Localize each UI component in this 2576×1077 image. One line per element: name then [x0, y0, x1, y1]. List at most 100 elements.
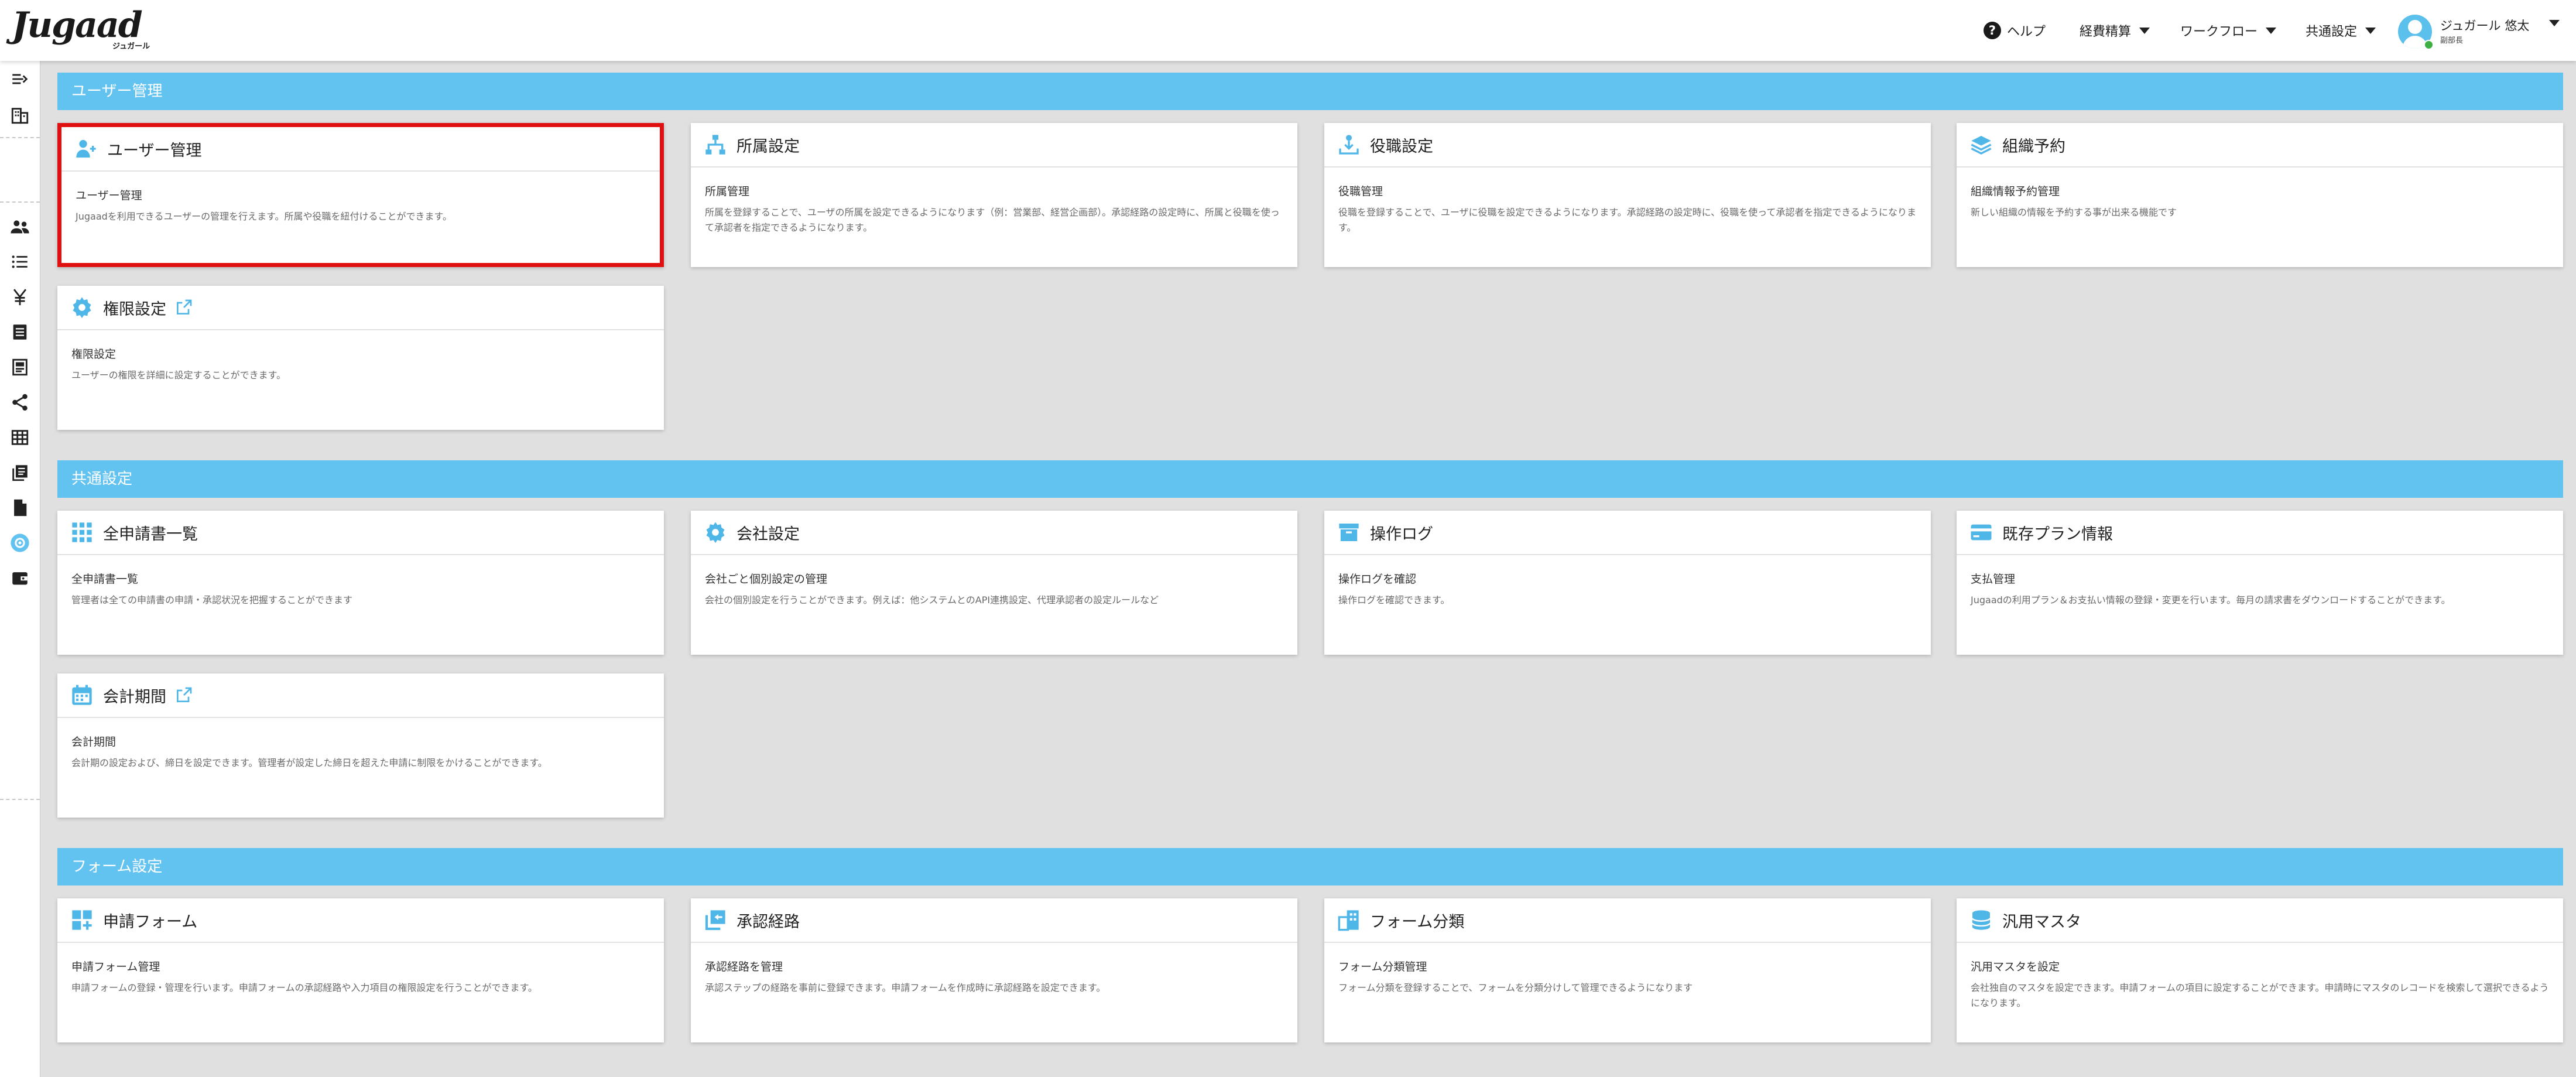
card-description: Jugaadの利用プラン＆お支払い情報の登録・変更を行います。毎月の請求書をダウ… [1971, 594, 2451, 606]
card-description: 申請フォームの登録・管理を行います。申請フォームの承認経路や入力項目の権限設定を… [71, 982, 537, 993]
card-title: 所属設定 [737, 137, 800, 156]
card-description: 操作ログを確認できます。 [1338, 594, 1450, 606]
card-permission-settings[interactable]: 権限設定 権限設定 ユーザーの権限を詳細に設定することができます。 [57, 286, 664, 430]
settings-active-icon[interactable] [10, 533, 30, 553]
card-title: 会社設定 [737, 525, 800, 543]
section-header-user-management: ユーザー管理 [57, 73, 2563, 110]
card-subtitle: フォーム分類管理 [1338, 960, 1427, 973]
card-header: 会社設定 [691, 511, 1297, 555]
card-subtitle: 承認経路を管理 [705, 960, 783, 973]
org-chart-icon [705, 135, 725, 155]
card-title: 役職設定 [1370, 137, 1433, 156]
card-approval-route[interactable]: 承認経路 承認経路を管理 承認ステップの経路を事前に登録できます。申請フォームを… [691, 898, 1297, 1042]
caret-down-icon [2365, 27, 2376, 34]
yen-icon[interactable] [10, 287, 30, 307]
card-description: Jugaadを利用できるユーザーの管理を行えます。所属や役職を紐付けることができ… [76, 211, 452, 222]
calendar-icon [72, 685, 92, 705]
card-header: 汎用マスタ [1957, 898, 2563, 943]
card-title: フォーム分類 [1370, 912, 1465, 931]
card-description: 新しい組織の情報を予約する事が出来る機能です [1971, 207, 2177, 218]
sidebar [0, 61, 40, 1077]
card-subtitle: 組織情報予約管理 [1971, 185, 2060, 198]
user-name[interactable]: ジュガール 悠太 [2440, 16, 2529, 34]
card-subtitle: 会社ごと個別設定の管理 [705, 573, 828, 586]
archive-icon [1339, 524, 1359, 541]
card-application-form[interactable]: 申請フォーム 申請フォーム管理 申請フォームの登録・管理を行います。申請フォーム… [57, 898, 664, 1042]
top-header: Jugaad ジュガール ? ヘルプ 経費精算 ワークフロー 共通設定 ジュガー… [0, 0, 2576, 61]
card-header: 操作ログ [1324, 511, 1931, 555]
card-subtitle: 汎用マスタを設定 [1971, 960, 2060, 973]
card-department-settings[interactable]: 所属設定 所属管理 所属を登録することで、ユーザの所属を設定できるようになります… [691, 123, 1297, 267]
card-title: 権限設定 [103, 300, 166, 319]
card-subtitle: 権限設定 [71, 348, 117, 361]
card-subtitle: 操作ログを確認 [1338, 573, 1417, 586]
help-link[interactable]: ? ヘルプ [1984, 0, 2046, 61]
nav-workflow-label: ワークフロー [2180, 25, 2258, 39]
copy-documents-icon[interactable] [10, 463, 30, 483]
app-logo[interactable]: Jugaad ジュガール [12, 5, 152, 52]
card-all-applications[interactable]: 全申請書一覧 全申請書一覧 管理者は全ての申請書の申請・承認状況を把握することが… [57, 511, 664, 655]
card-operation-log[interactable]: 操作ログ 操作ログを確認 操作ログを確認できます。 [1324, 511, 1931, 655]
grid-icon [72, 522, 92, 542]
card-title: 既存プラン情報 [2002, 525, 2113, 543]
nav-expense-label: 経費精算 [2080, 25, 2132, 39]
users-icon[interactable] [10, 217, 30, 237]
card-subtitle: 所属管理 [705, 185, 750, 198]
share-icon[interactable] [10, 392, 30, 412]
card-header: 会計期間 [57, 673, 664, 718]
online-status-icon [2424, 40, 2434, 50]
card-header: 承認経路 [691, 898, 1297, 943]
list-icon[interactable] [10, 252, 30, 272]
card-organization-reservation[interactable]: 組織予約 組織情報予約管理 新しい組織の情報を予約する事が出来る機能です [1957, 123, 2563, 267]
card-title: 会計期間 [103, 688, 166, 706]
card-description: 会計期の設定および、締日を設定できます。管理者が設定した締日を超えた申請に制限を… [71, 757, 547, 768]
card-company-settings[interactable]: 会社設定 会社ごと個別設定の管理 会社の個別設定を行うことができます。例えば：他… [691, 511, 1297, 655]
card-header: フォーム分類 [1324, 898, 1931, 943]
card-description: 所属を登録することで、ユーザの所属を設定できるようになります（例：営業部、経営企… [705, 207, 1280, 233]
layers-icon [1971, 136, 1992, 155]
expand-sidebar-icon[interactable] [10, 69, 30, 89]
card-description: 会社の個別設定を行うことができます。例えば：他システムとのAPI連携設定、代理承… [705, 594, 1159, 606]
card-subtitle: 申請フォーム管理 [71, 960, 160, 973]
role-icon [1339, 135, 1359, 155]
card-form-category[interactable]: フォーム分類 フォーム分類管理 フォーム分類を登録することで、フォームを分類分け… [1324, 898, 1931, 1042]
receipt-icon[interactable] [10, 357, 30, 377]
card-header: 権限設定 [57, 286, 664, 330]
document-list-icon[interactable] [10, 322, 30, 342]
card-subtitle: 全申請書一覧 [71, 573, 139, 586]
credit-card-icon [1971, 524, 1992, 541]
table-icon[interactable] [10, 428, 30, 447]
database-icon [1971, 910, 1991, 930]
file-icon[interactable] [10, 498, 30, 518]
card-header: 既存プラン情報 [1957, 511, 2563, 555]
wallet-icon[interactable] [10, 568, 30, 588]
user-plus-icon [76, 140, 96, 158]
section-header-form-settings: フォーム設定 [57, 848, 2563, 885]
nav-workflow-menu[interactable]: ワークフロー [2180, 0, 2277, 61]
nav-common-settings-label: 共通設定 [2306, 25, 2358, 39]
card-header: 役職設定 [1324, 123, 1931, 167]
nav-common-settings-menu[interactable]: 共通設定 [2306, 0, 2376, 61]
user-menu-caret-icon[interactable] [2549, 20, 2560, 26]
card-subtitle: 役職管理 [1338, 185, 1383, 198]
card-title: 汎用マスタ [2002, 912, 2081, 931]
building-icon[interactable] [10, 105, 30, 125]
card-user-management[interactable]: ユーザー管理 ユーザー管理 Jugaadを利用できるユーザーの管理を行えます。所… [57, 123, 664, 267]
card-title: 全申請書一覧 [103, 525, 198, 543]
gear-icon [706, 522, 725, 543]
card-accounting-period[interactable]: 会計期間 会計期間 会計期の設定および、締日を設定できます。管理者が設定した締日… [57, 673, 664, 818]
card-description: ユーザーの権限を詳細に設定することができます。 [71, 370, 286, 381]
caret-down-icon [2139, 27, 2150, 34]
external-link-icon[interactable] [174, 298, 193, 317]
card-plan-information[interactable]: 既存プラン情報 支払管理 Jugaadの利用プラン＆お支払い情報の登録・変更を行… [1957, 511, 2563, 655]
help-icon: ? [1984, 22, 2001, 39]
caret-down-icon [2266, 27, 2277, 34]
card-title: 申請フォーム [103, 912, 198, 931]
nav-expense-menu[interactable]: 経費精算 [2080, 0, 2150, 61]
external-link-icon[interactable] [174, 686, 193, 705]
card-role-settings[interactable]: 役職設定 役職管理 役職を登録することで、ユーザに役職を設定できるようになります… [1324, 123, 1931, 267]
card-header: 所属設定 [691, 123, 1297, 167]
card-generic-master[interactable]: 汎用マスタ 汎用マスタを設定 会社独自のマスタを設定できます。申請フォームの項目… [1957, 898, 2563, 1042]
card-description: 承認ステップの経路を事前に登録できます。申請フォームを作成時に承認経路を設定でき… [705, 982, 1106, 993]
card-title: 組織予約 [2002, 137, 2065, 156]
